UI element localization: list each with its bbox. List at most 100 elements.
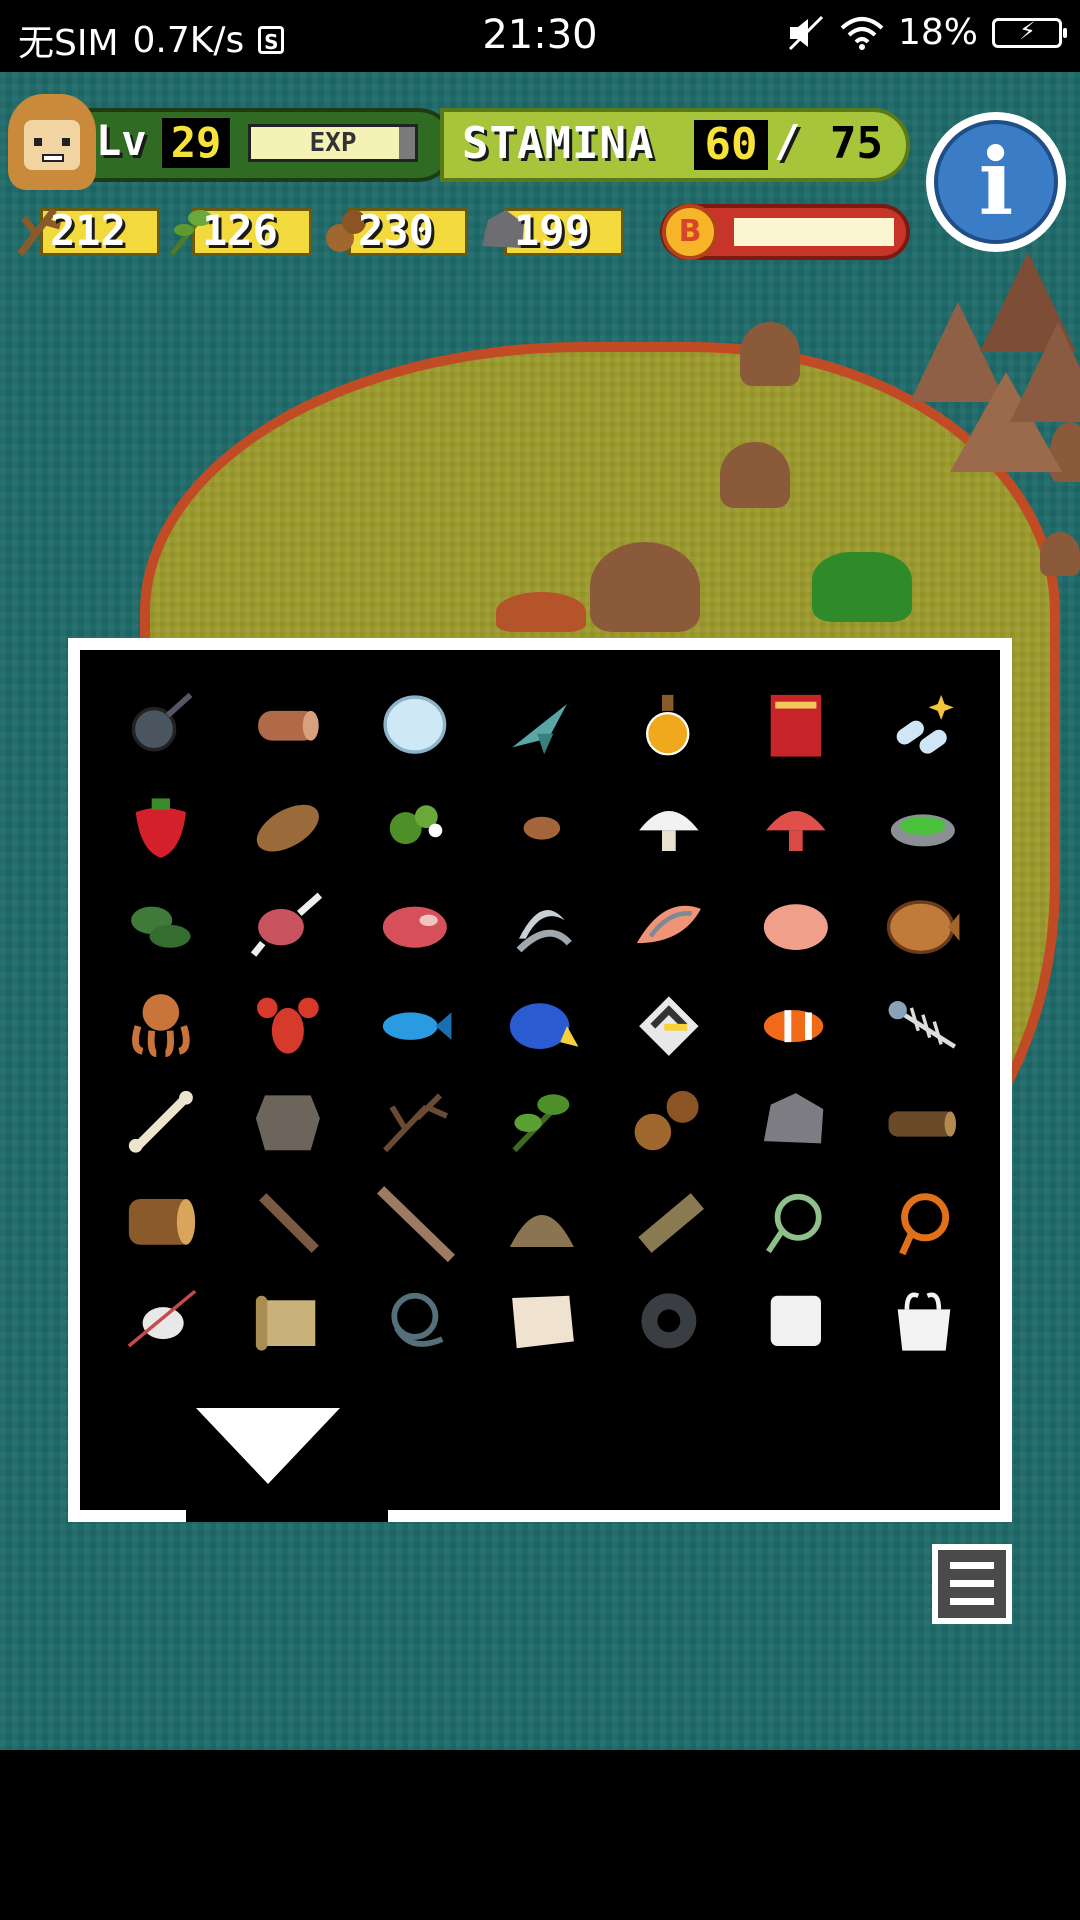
rock-mound (720, 442, 790, 508)
inventory-slot[interactable] (98, 876, 225, 975)
log-icon (128, 1198, 195, 1245)
inventory-slot[interactable] (606, 975, 733, 1074)
white-mushroom-icon (638, 810, 699, 851)
inventory-slot[interactable] (606, 1074, 733, 1173)
inventory-slot[interactable] (733, 678, 860, 777)
nuts-icon (634, 1090, 699, 1150)
rock-mound (496, 592, 586, 632)
rock-mound (740, 322, 800, 386)
inventory-slot[interactable] (733, 1173, 860, 1272)
inventory-slot[interactable] (225, 777, 352, 876)
info-button[interactable]: i (926, 112, 1066, 252)
hamburger-menu-icon (938, 1550, 1006, 1618)
inventory-slot[interactable] (225, 1173, 352, 1272)
blue-tang-icon (509, 1002, 578, 1049)
bean-icon (523, 816, 560, 840)
inventory-slot[interactable] (860, 777, 987, 876)
inventory-slot[interactable] (98, 1272, 225, 1371)
inventory-slot[interactable] (479, 876, 606, 975)
raw-steak-icon (382, 906, 447, 948)
rock-mound (590, 542, 700, 632)
inventory-slot[interactable] (98, 1173, 225, 1272)
inventory-slot[interactable] (479, 678, 606, 777)
boost-fill (734, 218, 894, 246)
inventory-slot[interactable] (479, 777, 606, 876)
inventory-slot[interactable] (479, 975, 606, 1074)
blue-fish-icon (382, 1011, 451, 1040)
inventory-slot[interactable] (733, 777, 860, 876)
inventory-slot[interactable] (98, 678, 225, 777)
inventory-slot[interactable] (733, 876, 860, 975)
inventory-slot[interactable] (860, 1074, 987, 1173)
inventory-slot[interactable] (479, 1074, 606, 1173)
mute-icon (788, 15, 824, 50)
inventory-slot[interactable] (860, 876, 987, 975)
inventory-slot[interactable] (225, 876, 352, 975)
scroll-icon (255, 1295, 315, 1351)
inventory-slot[interactable] (352, 1272, 479, 1371)
snowball-icon (382, 694, 446, 754)
resource-value: 199 (514, 206, 590, 255)
bone-icon (128, 1090, 193, 1153)
inventory-slot[interactable] (606, 1272, 733, 1371)
inventory-slot[interactable] (98, 1074, 225, 1173)
level-label: Lv (96, 116, 147, 165)
inventory-slot[interactable] (225, 678, 352, 777)
resource-value: 230 (358, 206, 434, 255)
player-avatar[interactable] (8, 94, 96, 190)
inventory-slot[interactable] (733, 1074, 860, 1173)
inventory-slot[interactable] (860, 1173, 987, 1272)
inventory-slot[interactable] (606, 1173, 733, 1272)
animal-hide-icon (255, 1094, 320, 1150)
exp-bar: EXP (248, 124, 418, 162)
inventory-slot[interactable] (352, 1173, 479, 1272)
inventory-slot[interactable] (606, 678, 733, 777)
inventory-slot[interactable] (860, 678, 987, 777)
inventory-slot[interactable] (860, 975, 987, 1074)
inventory-slot[interactable] (225, 975, 352, 1074)
short-log-icon (888, 1110, 956, 1137)
sweet-potato-icon (256, 804, 319, 851)
plastic-bag-icon (897, 1292, 950, 1351)
octopus-icon (131, 993, 190, 1057)
scroll-down-arrow-icon[interactable] (196, 1408, 340, 1484)
inventory-slot[interactable] (98, 975, 225, 1074)
inventory-slot[interactable] (225, 1272, 352, 1371)
tire-icon (640, 1292, 696, 1348)
inventory-slot[interactable] (606, 777, 733, 876)
exp-label: EXP (309, 128, 357, 158)
inventory-slot[interactable] (352, 1074, 479, 1173)
inventory-slot[interactable] (352, 876, 479, 975)
inventory-slot[interactable] (352, 777, 479, 876)
orange-rope-icon (898, 1192, 949, 1255)
stamina-separator: / (774, 116, 801, 167)
fish-fin-icon (511, 703, 567, 754)
inventory-slot[interactable] (733, 1272, 860, 1371)
log-roll-icon (257, 710, 319, 741)
menu-button[interactable] (932, 1544, 1012, 1624)
inventory-slot[interactable] (860, 1272, 987, 1371)
frying-pan-icon (131, 692, 192, 751)
ground-meat-icon (763, 903, 828, 950)
plank-icon (637, 1192, 704, 1253)
inventory-slot[interactable] (606, 876, 733, 975)
inventory-slot[interactable] (733, 975, 860, 1074)
inventory-slot[interactable] (225, 1074, 352, 1173)
seaweed-icon (130, 906, 191, 948)
inventory-slot[interactable] (479, 1173, 606, 1272)
lobster-icon (256, 997, 319, 1054)
battery-charging-icon: ⚡ (992, 17, 1067, 48)
inventory-slot[interactable] (352, 678, 479, 777)
wire-coil-icon (390, 1292, 443, 1347)
resource-value: 212 (50, 206, 126, 255)
inventory-slot[interactable] (352, 975, 479, 1074)
green-rope-icon (765, 1193, 822, 1253)
angelfish-icon (638, 995, 699, 1056)
long-stick-icon (376, 1185, 455, 1262)
boost-bar[interactable]: B (660, 204, 910, 260)
herb-flowers-icon (389, 804, 442, 844)
inventory-slot[interactable] (98, 777, 225, 876)
stone-icon (763, 1092, 823, 1143)
green-leaves-icon (511, 1093, 569, 1152)
inventory-slot[interactable] (479, 1272, 606, 1371)
